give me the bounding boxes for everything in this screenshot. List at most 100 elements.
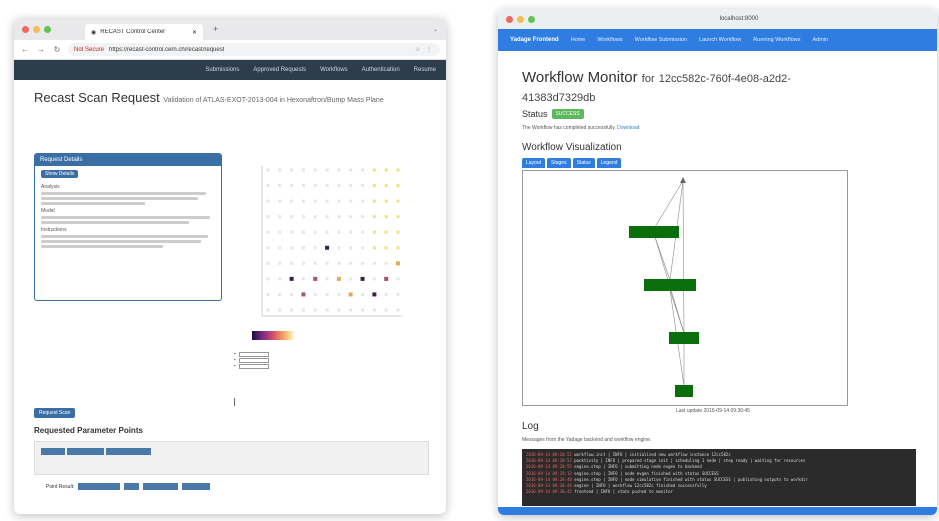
control-select[interactable]: [238, 351, 269, 357]
heatmap-cell[interactable]: [301, 308, 305, 312]
viz-tab-stages[interactable]: Stages: [547, 158, 571, 168]
heatmap-cell-highlight[interactable]: [313, 276, 318, 281]
heatmap-cell[interactable]: [372, 199, 376, 203]
tab-close-icon[interactable]: ✕: [192, 29, 197, 36]
heatmap-cell[interactable]: [301, 246, 305, 250]
heatmap-cell[interactable]: [278, 308, 282, 312]
heatmap-cell[interactable]: [337, 246, 341, 250]
heatmap-cell[interactable]: [278, 184, 282, 188]
heatmap-cell-highlight[interactable]: [336, 276, 341, 281]
graph-node[interactable]: [669, 332, 699, 344]
heatmap-cell[interactable]: [372, 246, 376, 250]
heatmap-cell[interactable]: [396, 230, 400, 234]
heatmap-cell[interactable]: [278, 215, 282, 219]
heatmap-cell[interactable]: [396, 308, 400, 312]
heatmap-cell[interactable]: [349, 261, 353, 265]
heatmap-cell[interactable]: [313, 292, 317, 296]
heatmap-cell[interactable]: [337, 292, 341, 296]
heatmap-cell[interactable]: [290, 230, 294, 234]
result-chip[interactable]: [181, 483, 210, 490]
heatmap-cell[interactable]: [278, 230, 282, 234]
heatmap-cell[interactable]: [349, 277, 353, 281]
heatmap-cell[interactable]: [337, 184, 341, 188]
heatmap-cell[interactable]: [290, 215, 294, 219]
nav-approved-requests[interactable]: Approved Requests: [253, 67, 306, 73]
result-chip[interactable]: [142, 483, 178, 490]
nav-submissions[interactable]: Submissions: [205, 67, 239, 73]
heatmap-cell[interactable]: [349, 199, 353, 203]
request-scan-button[interactable]: Request Scan: [34, 408, 76, 418]
heatmap-cell[interactable]: [290, 308, 294, 312]
heatmap-cell[interactable]: [301, 230, 305, 234]
right-tab-title[interactable]: localhost:8000: [541, 16, 937, 22]
heatmap-cell[interactable]: [290, 246, 294, 250]
heatmap-cell[interactable]: [361, 246, 365, 250]
viz-tab-layout[interactable]: Layout: [522, 158, 546, 168]
nav-home[interactable]: Home: [571, 37, 586, 43]
heatmap-cell[interactable]: [301, 277, 305, 281]
back-icon[interactable]: ←: [20, 45, 30, 54]
maximize-window-icon[interactable]: [528, 15, 535, 23]
heatmap-cell[interactable]: [361, 215, 365, 219]
new-tab-icon[interactable]: +: [213, 24, 218, 34]
heatmap-cell[interactable]: [349, 230, 353, 234]
heatmap-cell[interactable]: [266, 261, 270, 265]
window-menu-icon[interactable]: ⌄: [433, 26, 438, 33]
nav-authentication[interactable]: Authentication: [362, 67, 400, 73]
show-details-button[interactable]: Show Details: [41, 170, 79, 178]
heatmap-cell[interactable]: [325, 215, 329, 219]
heatmap-cell[interactable]: [384, 261, 388, 265]
vertical-slider[interactable]: [234, 398, 242, 406]
viz-tab-status[interactable]: Status: [572, 158, 595, 168]
heatmap-cell[interactable]: [372, 168, 376, 172]
param-chip[interactable]: [105, 448, 151, 455]
graph-root-node[interactable]: [680, 177, 686, 183]
heatmap-cell[interactable]: [266, 215, 270, 219]
heatmap-cell[interactable]: [337, 199, 341, 203]
nav-resume[interactable]: Resume: [414, 67, 436, 73]
heatmap-cell[interactable]: [313, 261, 317, 265]
heatmap-cell[interactable]: [349, 215, 353, 219]
heatmap-cell[interactable]: [361, 308, 365, 312]
heatmap-cell[interactable]: [290, 261, 294, 265]
heatmap-cell-highlight[interactable]: [325, 245, 330, 250]
download-link[interactable]: Download: [617, 125, 639, 131]
nav-workflow-submission[interactable]: Workflow Submission: [635, 37, 687, 43]
heatmap-cell[interactable]: [396, 184, 400, 188]
heatmap-cell[interactable]: [278, 168, 282, 172]
heatmap-cell[interactable]: [313, 215, 317, 219]
heatmap-cell[interactable]: [396, 246, 400, 250]
heatmap-cell[interactable]: [290, 168, 294, 172]
forward-icon[interactable]: →: [36, 45, 46, 54]
heatmap-cell[interactable]: [266, 199, 270, 203]
heatmap-cell[interactable]: [396, 277, 400, 281]
heatmap-cell[interactable]: [372, 261, 376, 265]
heatmap-cell[interactable]: [337, 215, 341, 219]
param-chip[interactable]: [66, 448, 104, 455]
log-console[interactable]: 2016-09-14 09:28:51 workflow.init | INFO…: [522, 449, 916, 506]
viz-tab-legend[interactable]: Legend: [596, 158, 622, 168]
heatmap-cell[interactable]: [384, 230, 388, 234]
heatmap-cell[interactable]: [325, 292, 329, 296]
heatmap-cell[interactable]: [372, 184, 376, 188]
heatmap-cell[interactable]: [361, 230, 365, 234]
heatmap-cell[interactable]: [384, 246, 388, 250]
heatmap-cell[interactable]: [361, 184, 365, 188]
heatmap-cell[interactable]: [301, 215, 305, 219]
heatmap-cell[interactable]: [396, 199, 400, 203]
brand-link[interactable]: Yadage Frontend: [510, 37, 559, 43]
workflow-graph[interactable]: [522, 170, 848, 406]
heatmap-cell[interactable]: [325, 308, 329, 312]
heatmap-cell-highlight[interactable]: [384, 276, 389, 281]
heatmap-cell[interactable]: [266, 308, 270, 312]
result-chip[interactable]: [78, 483, 120, 490]
heatmap-cell[interactable]: [384, 292, 388, 296]
heatmap-cell[interactable]: [372, 308, 376, 312]
heatmap-cell[interactable]: [313, 199, 317, 203]
heatmap-cell[interactable]: [384, 308, 388, 312]
heatmap-cell[interactable]: [313, 184, 317, 188]
heatmap-cell[interactable]: [266, 292, 270, 296]
heatmap-cell[interactable]: [337, 308, 341, 312]
heatmap-cell-highlight[interactable]: [348, 292, 353, 297]
heatmap-cell[interactable]: [325, 184, 329, 188]
